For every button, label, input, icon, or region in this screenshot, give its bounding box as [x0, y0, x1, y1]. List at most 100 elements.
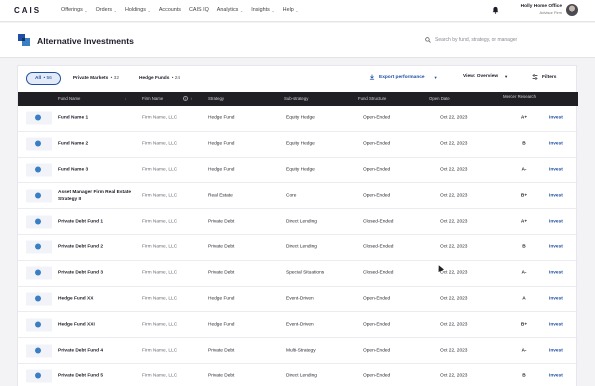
col-strategy[interactable]: Strategy: [208, 96, 224, 101]
user-role: Advisor Firm: [539, 10, 562, 15]
info-icon[interactable]: i: [183, 96, 189, 101]
nav-item-holdings[interactable]: Holdings ⌄: [125, 7, 151, 13]
cais-logo[interactable]: CAIS: [14, 6, 41, 15]
firm-name: Firm Name, LLC: [142, 296, 178, 302]
nav-item-help[interactable]: Help ⌄: [283, 7, 299, 13]
fund-name[interactable]: Fund Name 1: [58, 115, 136, 122]
col-mercer-research[interactable]: Mercer Research: [503, 94, 537, 99]
nav-item-orders[interactable]: Orders ⌄: [96, 7, 117, 13]
fund-name[interactable]: Private Debt Fund 1: [58, 218, 136, 225]
chevron-down-icon: ⌄: [113, 7, 117, 13]
table-row[interactable]: Asset Manager Firm Real Estate Strategy …: [18, 183, 578, 210]
invest-button[interactable]: Invest: [549, 374, 563, 379]
fund-name[interactable]: Fund Name 3: [58, 166, 136, 173]
filter-all[interactable]: All • 56: [26, 72, 61, 85]
fund-name[interactable]: Fund Name 2: [58, 141, 136, 148]
table-row[interactable]: Hedge Fund XX Firm Name, LLC Hedge Fund …: [18, 287, 578, 313]
mercer-rating: B+: [520, 322, 528, 328]
fund-name[interactable]: Private Debt Fund 2: [58, 244, 136, 251]
invest-button[interactable]: Invest: [549, 348, 563, 353]
fund-logo-icon: [35, 218, 41, 225]
fund-name[interactable]: Hedge Fund XX: [58, 295, 136, 302]
open-date: Oct 22, 2023: [440, 219, 468, 225]
sort-arrow-icon: ↓: [124, 96, 127, 101]
fund-structure: Closed-Ended: [363, 270, 394, 276]
invest-button[interactable]: Invest: [549, 322, 563, 327]
col-fund-name[interactable]: Fund Name ↓: [58, 96, 126, 101]
export-performance-button[interactable]: Export performance ▼: [369, 74, 438, 80]
col-fund-structure[interactable]: Fund Structure: [358, 96, 386, 101]
open-date: Oct 22, 2023: [440, 296, 468, 302]
strategy: Real Estate: [208, 193, 233, 199]
filter-count: • 32: [110, 76, 120, 81]
strategy: Hedge Fund: [208, 167, 235, 173]
fund-thumbnail: [26, 240, 52, 254]
filters-button[interactable]: Filters: [532, 74, 556, 80]
nav-item-insights[interactable]: Insights ⌄: [251, 7, 274, 13]
invest-button[interactable]: Invest: [549, 245, 563, 250]
sub-strategy: Event-Driven: [286, 296, 314, 302]
view-select[interactable]: View: Overview ▼: [463, 74, 508, 79]
table-row[interactable]: Private Debt Fund 3 Firm Name, LLC Priva…: [18, 261, 578, 287]
sliders-icon: [532, 74, 538, 80]
filter-hedge-funds[interactable]: Hedge Funds • 24: [131, 72, 188, 85]
sub-strategy: Equity Hedge: [286, 167, 315, 173]
fund-name[interactable]: Asset Manager Firm Real Estate Strategy …: [58, 189, 136, 203]
fund-name[interactable]: Private Debt Fund 3: [58, 270, 136, 277]
nav-item-cais-iq[interactable]: CAIS IQ: [189, 7, 209, 13]
invest-button[interactable]: Invest: [549, 116, 563, 121]
table-row[interactable]: Fund Name 1 Firm Name, LLC Hedge Fund Eq…: [18, 106, 578, 132]
col-firm-name[interactable]: Firm Name i ↕: [142, 96, 192, 101]
table-row[interactable]: Private Debt Fund 1 Firm Name, LLC Priva…: [18, 209, 578, 235]
firm-name: Firm Name, LLC: [142, 141, 178, 147]
nav-item-analytics[interactable]: Analytics ⌄: [217, 7, 243, 13]
strategy: Private Debt: [208, 373, 235, 379]
invest-button[interactable]: Invest: [549, 271, 563, 276]
search-input[interactable]: Search by fund, strategy, or manager: [425, 35, 577, 45]
strategy: Hedge Fund: [208, 141, 235, 147]
nav-item-offerings[interactable]: Offerings ⌄: [61, 7, 88, 13]
fund-name[interactable]: Hedge Fund XXI: [58, 321, 136, 328]
strategy: Private Debt: [208, 270, 235, 276]
invest-button[interactable]: Invest: [549, 193, 563, 198]
sub-strategy: Multi-Strategy: [286, 348, 316, 354]
bell-icon[interactable]: [492, 6, 499, 14]
nav-item-accounts[interactable]: Accounts: [159, 7, 181, 13]
table-row[interactable]: Private Debt Fund 4 Firm Name, LLC Priva…: [18, 338, 578, 364]
open-date: Oct 22, 2023: [440, 244, 468, 250]
strategy: Private Debt: [208, 244, 235, 250]
filter-pills: All • 56 Private Markets • 32 Hedge Fund…: [26, 72, 192, 85]
table-row[interactable]: Hedge Fund XXI Firm Name, LLC Hedge Fund…: [18, 312, 578, 339]
view-label: View: Overview: [463, 74, 499, 79]
col-open-date[interactable]: Open Date: [429, 96, 450, 101]
col-label: Open Date: [429, 96, 450, 101]
open-date: Oct 22, 2023: [440, 141, 468, 147]
fund-thumbnail: [26, 369, 52, 383]
filter-count: • 56: [43, 76, 52, 81]
table-row[interactable]: Fund Name 3 Firm Name, LLC Hedge Fund Eq…: [18, 158, 578, 184]
col-sub-strategy[interactable]: Sub-strategy: [284, 96, 308, 101]
filter-label: Hedge Funds: [139, 76, 170, 81]
firm-name: Firm Name, LLC: [142, 348, 178, 354]
fund-thumbnail: [26, 318, 52, 332]
table-row[interactable]: Private Debt Fund 2 Firm Name, LLC Priva…: [18, 235, 578, 261]
fund-name[interactable]: Private Debt Fund 4: [58, 347, 136, 354]
invest-button[interactable]: Invest: [549, 296, 563, 301]
user-info[interactable]: Holly Home Office Advisor Firm: [512, 4, 562, 15]
filter-private-markets[interactable]: Private Markets • 32: [65, 72, 127, 85]
fund-name[interactable]: Private Debt Fund 5: [58, 373, 136, 380]
avatar[interactable]: [566, 4, 578, 16]
fund-structure: Open-Ended: [363, 193, 391, 199]
invest-button[interactable]: Invest: [549, 219, 563, 224]
fund-structure: Open-Ended: [363, 373, 391, 379]
table-row[interactable]: Private Debt Fund 5 Firm Name, LLC Priva…: [18, 364, 578, 386]
invest-button[interactable]: Invest: [549, 167, 563, 172]
strategy: Hedge Fund: [208, 115, 235, 121]
sub-strategy: Equity Hedge: [286, 141, 315, 147]
sort-arrow-icon: ↕: [190, 96, 193, 101]
table-row[interactable]: Fund Name 2 Firm Name, LLC Hedge Fund Eq…: [18, 132, 578, 158]
nav-item-label: Analytics: [216, 7, 239, 13]
filter-label: Private Markets: [72, 76, 109, 81]
invest-button[interactable]: Invest: [549, 142, 563, 147]
col-label: Firm Name: [142, 96, 164, 101]
